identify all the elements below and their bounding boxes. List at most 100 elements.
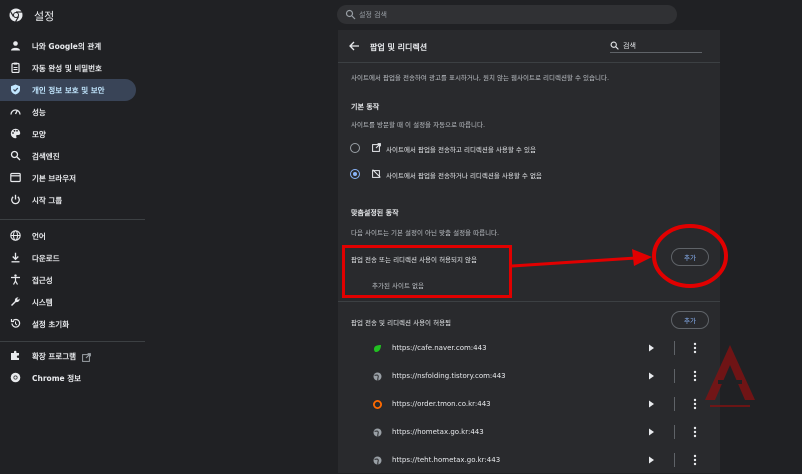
site-url: https://cafe.naver.com:443 (392, 344, 487, 352)
option-block-label[interactable]: 사이트에서 팝업을 전송하거나 리디렉션을 사용할 수 없음 (386, 170, 542, 180)
allowed-sites-heading: 팝업 전송 및 리디렉션 사용이 허용됨 (351, 319, 452, 327)
globe-icon (373, 428, 382, 437)
sidebar-item-label: 자동 완성 및 비밀번호 (32, 64, 102, 73)
row-separator (674, 397, 675, 411)
play-arrow-icon[interactable] (648, 400, 655, 408)
sidebar-item-label: 시작 그룹 (32, 196, 63, 205)
option-allow-label[interactable]: 사이트에서 팝업을 전송하고 리디렉션을 사용할 수 있음 (386, 144, 536, 154)
chrome-icon (10, 372, 21, 383)
sidebar: 나와 Google의 관계 자동 완성 및 비밀번호 개인 정보 보호 및 보안… (0, 30, 145, 473)
settings-search-placeholder: 설정 검색 (359, 11, 387, 19)
sidebar-item-label: 확장 프로그램 (32, 351, 91, 362)
shield-icon (11, 84, 20, 95)
app-title: 설정 (34, 10, 55, 23)
sidebar-item-about-chrome[interactable]: Chrome 정보 (0, 367, 136, 389)
sidebar-item-label: 언어 (32, 232, 46, 241)
sidebar-item-label: 기본 브라우저 (32, 174, 77, 183)
section-divider (338, 301, 720, 302)
sidebar-item-you-and-google[interactable]: 나와 Google의 관계 (0, 35, 136, 57)
open-external-icon (82, 352, 91, 362)
sidebar-item-system[interactable]: 시스템 (0, 291, 136, 313)
custom-behavior-heading: 맞춤설정된 동작 (351, 209, 399, 217)
site-url: https://hometax.go.kr:443 (392, 428, 484, 436)
naver-cafe-icon (374, 345, 381, 352)
add-blocked-site-button[interactable]: 추가 (671, 248, 709, 266)
palette-icon (10, 128, 21, 139)
more-vert-icon[interactable] (693, 342, 697, 354)
search-icon (345, 9, 356, 20)
globe-icon (10, 230, 21, 241)
page-description: 사이트에서 팝업을 전송하여 광고를 표시하거나, 원치 않는 웹사이트로 리디… (351, 74, 610, 82)
page-header: 팝업 및 리디렉션 검색 (338, 30, 720, 62)
radio-allow-popups[interactable] (350, 143, 360, 153)
page-title: 팝업 및 리디렉션 (370, 43, 428, 52)
top-bar: 설정 설정 검색 (0, 0, 802, 30)
site-row[interactable]: https://teht.hometax.go.kr:443 (338, 446, 720, 474)
custom-behavior-subtext: 다음 사이트는 기본 설정이 아닌 맞춤 설정을 따릅니다. (351, 229, 500, 237)
site-row[interactable]: https://hometax.go.kr:443 (338, 418, 720, 446)
sidebar-item-performance[interactable]: 성능 (0, 101, 136, 123)
add-allowed-site-button[interactable]: 추가 (671, 311, 709, 329)
external-window-icon (372, 143, 381, 152)
default-behavior-subtext: 사이트를 방문할 때 이 설정을 자동으로 따릅니다. (351, 121, 486, 129)
browser-icon (10, 172, 21, 183)
sidebar-item-label: 다운로드 (32, 254, 60, 263)
site-row[interactable]: https://nsfolding.tistory.com:443 (338, 362, 720, 390)
popup-blocked-icon (372, 169, 381, 178)
power-icon (11, 194, 20, 205)
play-arrow-icon[interactable] (648, 428, 655, 436)
sidebar-item-extensions[interactable]: 확장 프로그램 (0, 345, 136, 367)
more-vert-icon[interactable] (693, 454, 697, 466)
sidebar-item-downloads[interactable]: 다운로드 (0, 247, 136, 269)
sidebar-item-search-engine[interactable]: 검색엔진 (0, 145, 136, 167)
page-search-field[interactable]: 검색 (610, 40, 702, 53)
settings-search-field[interactable]: 설정 검색 (337, 5, 677, 24)
site-row[interactable]: https://order.tmon.co.kr:443 (338, 390, 720, 418)
sidebar-item-label: 모양 (32, 130, 46, 139)
header-divider (338, 62, 720, 63)
puzzle-icon (11, 350, 19, 360)
back-arrow-icon[interactable] (348, 40, 360, 52)
download-icon (11, 252, 20, 263)
sidebar-item-languages[interactable]: 언어 (0, 225, 136, 247)
speedometer-icon (10, 109, 21, 115)
sidebar-item-label: 성능 (32, 108, 46, 117)
site-row[interactable]: https://cafe.naver.com:443 (338, 334, 720, 362)
sidebar-item-label: 시스템 (32, 298, 53, 307)
sidebar-item-label: Chrome 정보 (32, 374, 82, 383)
row-separator (674, 425, 675, 439)
site-url: https://nsfolding.tistory.com:443 (392, 372, 506, 380)
default-behavior-heading: 기본 동작 (351, 103, 380, 111)
wrench-icon (11, 297, 20, 306)
site-url: https://teht.hometax.go.kr:443 (392, 456, 501, 464)
play-arrow-icon[interactable] (648, 456, 655, 464)
more-vert-icon[interactable] (693, 426, 697, 438)
sidebar-item-default-browser[interactable]: 기본 브라우저 (0, 167, 136, 189)
sidebar-item-autofill[interactable]: 자동 완성 및 비밀번호 (0, 57, 136, 79)
row-separator (674, 341, 675, 355)
row-separator (674, 453, 675, 467)
radio-block-popups[interactable] (350, 169, 360, 179)
sidebar-item-on-startup[interactable]: 시작 그룹 (0, 189, 136, 211)
site-url: https://order.tmon.co.kr:443 (392, 400, 491, 408)
search-icon (610, 41, 619, 50)
sidebar-item-label: 검색엔진 (32, 152, 60, 161)
watermark-logo (705, 345, 755, 407)
globe-icon (373, 456, 382, 465)
reset-icon (10, 318, 21, 328)
play-arrow-icon[interactable] (648, 372, 655, 380)
sidebar-item-label: 나와 Google의 관계 (32, 42, 102, 51)
play-arrow-icon[interactable] (648, 344, 655, 352)
sidebar-item-label: 개인 정보 보호 및 보안 (32, 86, 105, 95)
accessibility-icon (11, 274, 20, 285)
search-icon (10, 150, 21, 161)
more-vert-icon[interactable] (693, 398, 697, 410)
more-vert-icon[interactable] (693, 370, 697, 382)
clipboard-icon (11, 62, 20, 73)
row-separator (674, 369, 675, 383)
sidebar-item-privacy-security[interactable]: 개인 정보 보호 및 보안 (0, 79, 136, 101)
sidebar-item-appearance[interactable]: 모양 (0, 123, 136, 145)
sidebar-item-accessibility[interactable]: 접근성 (0, 269, 136, 291)
sidebar-divider (0, 341, 145, 342)
sidebar-item-reset-settings[interactable]: 설정 초기화 (0, 313, 136, 335)
